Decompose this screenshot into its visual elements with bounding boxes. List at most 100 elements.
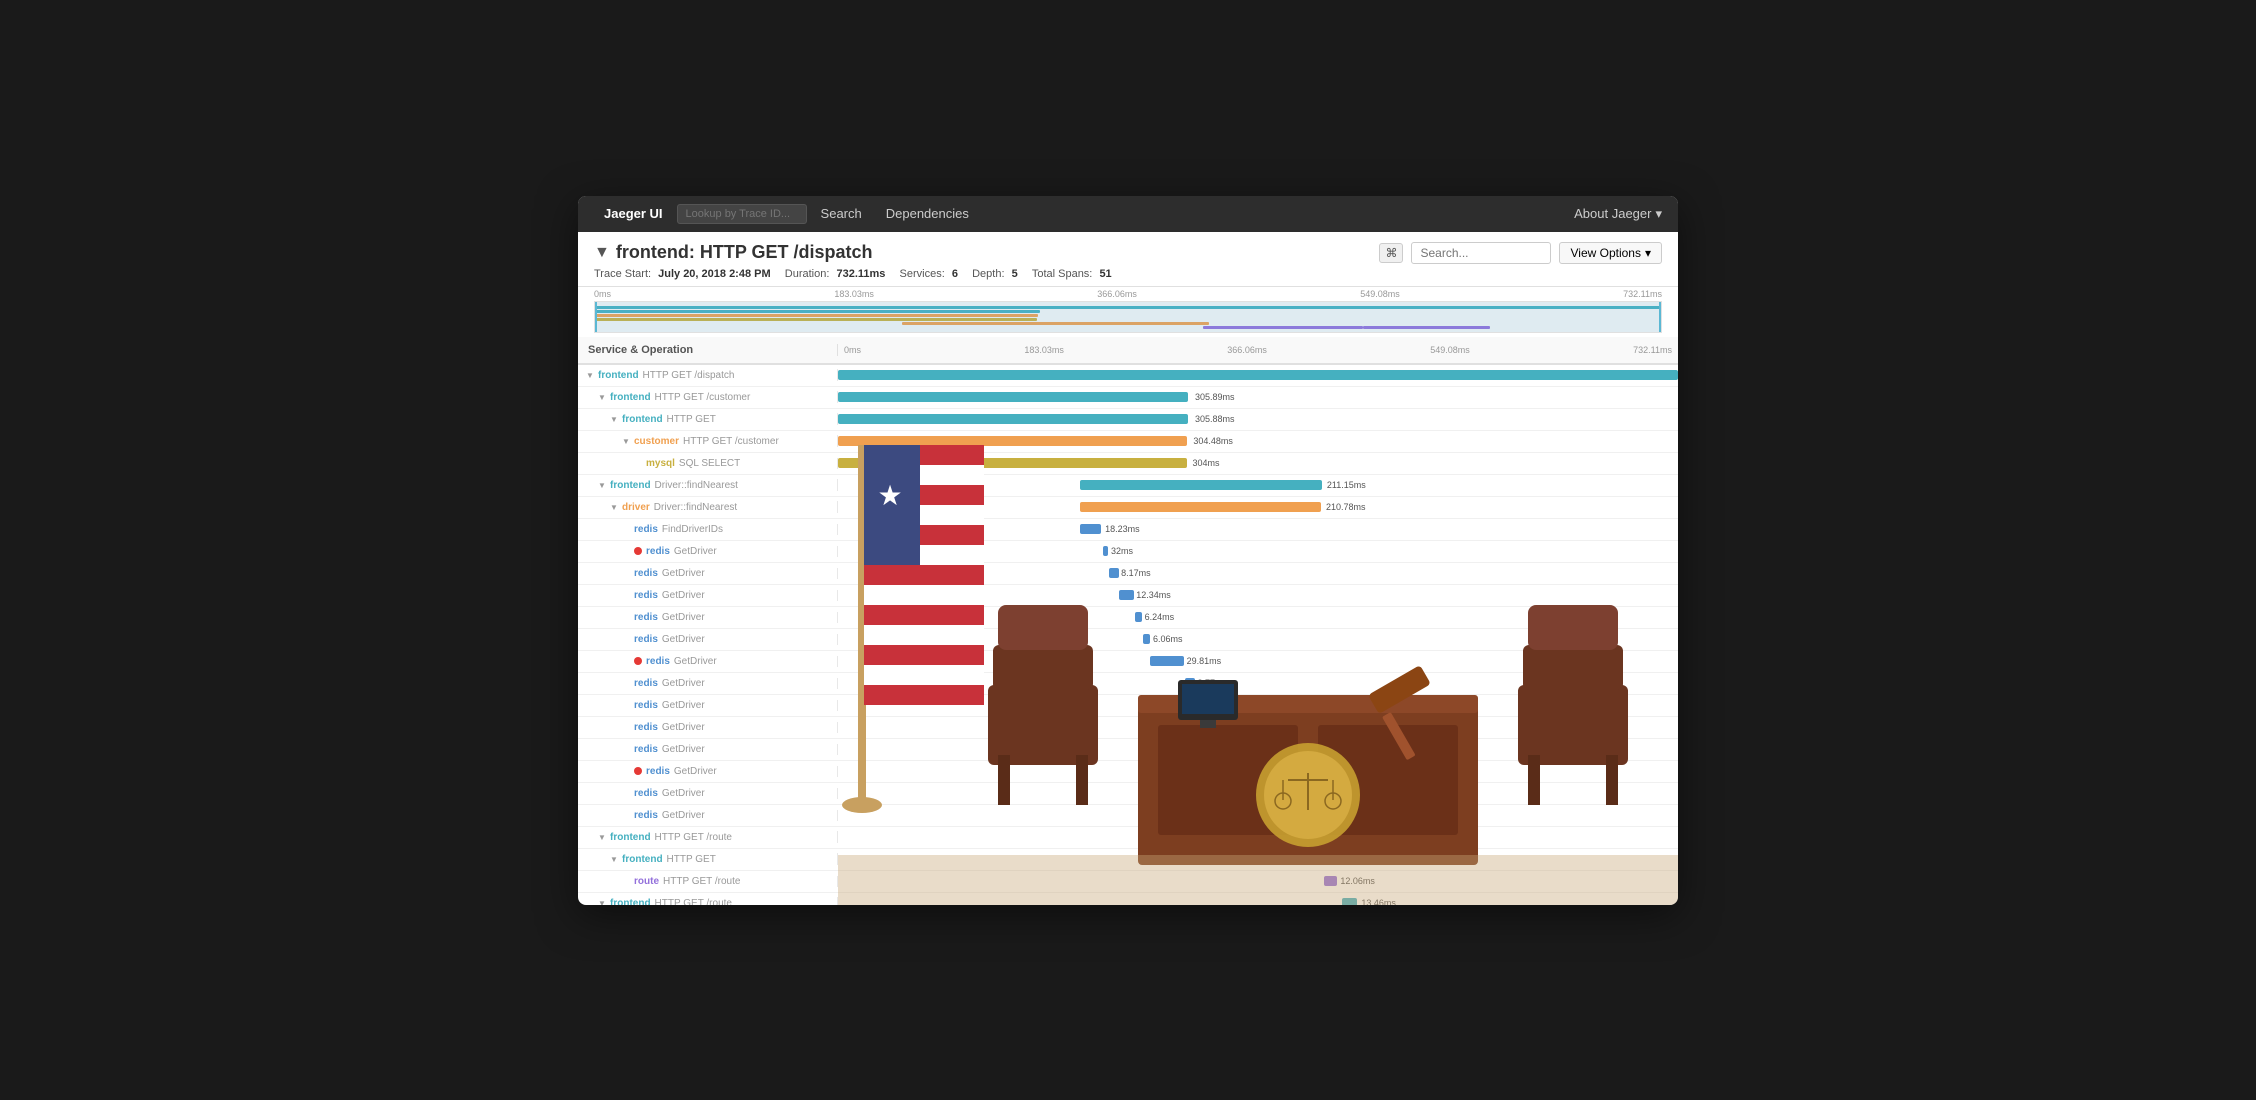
span-row[interactable]: redisGetDriver8.77ms <box>578 673 1678 695</box>
span-label-col: redisGetDriver <box>578 722 838 733</box>
overview-bar[interactable] <box>594 301 1662 333</box>
spans-label: Total Spans: <box>1032 268 1093 280</box>
span-bar-col: 211.15ms <box>838 475 1678 496</box>
span-bar <box>838 370 1678 380</box>
span-bar <box>838 392 1188 402</box>
span-row[interactable]: redisGetDriver8.12ms <box>578 695 1678 717</box>
span-bar-col: 210.78ms <box>838 497 1678 518</box>
nav-dependencies[interactable]: Dependencies <box>876 196 979 232</box>
span-bar <box>1080 524 1101 534</box>
trace-start-value: July 20, 2018 2:48 PM <box>658 268 771 280</box>
span-service-name: redis <box>634 722 658 733</box>
span-bar-col <box>838 739 1678 760</box>
span-label-col: redisGetDriver <box>578 612 838 623</box>
duration-value: 732.11ms <box>836 268 885 280</box>
spans-wrapper: ▼frontendHTTP GET /dispatch▼frontendHTTP… <box>578 365 1678 905</box>
span-row[interactable]: ▼frontendDriver::findNearest211.15ms <box>578 475 1678 497</box>
span-duration-label: 211.15ms <box>1327 480 1366 490</box>
span-row[interactable]: redisGetDriver <box>578 805 1678 827</box>
span-toggle[interactable]: ▼ <box>608 413 620 425</box>
span-service-name: redis <box>634 678 658 689</box>
trace-collapse-icon[interactable]: ▼ <box>594 244 610 262</box>
timeline-ruler: 0ms 183.03ms 366.06ms 549.08ms 732.11ms <box>594 289 1662 299</box>
span-row[interactable]: redisGetDriver <box>578 739 1678 761</box>
span-service-name: mysql <box>646 458 675 469</box>
span-toggle[interactable]: ▼ <box>596 897 608 905</box>
nav-about-label: About Jaeger <box>1574 206 1651 221</box>
service-col-header: Service & Operation <box>578 344 838 356</box>
span-op-name: HTTP GET /customer <box>655 392 751 403</box>
span-bar <box>1214 744 1222 754</box>
span-toggle[interactable]: ▼ <box>596 831 608 843</box>
span-bar-col: 12.06ms <box>838 871 1678 892</box>
span-service-name: customer <box>634 436 679 447</box>
span-row[interactable]: redisGetDriver <box>578 783 1678 805</box>
spans-container[interactable]: ▼frontendHTTP GET /dispatch▼frontendHTTP… <box>578 365 1678 905</box>
trace-search-input[interactable] <box>1411 242 1551 264</box>
span-op-name: FindDriverIDs <box>662 524 723 535</box>
span-toggle[interactable]: ▼ <box>608 501 620 513</box>
ruler-1: 183.03ms <box>834 289 874 299</box>
span-op-name: GetDriver <box>662 700 705 711</box>
span-service-name: frontend <box>610 392 651 403</box>
span-duration-label: 13.46ms <box>1361 898 1396 905</box>
span-toggle[interactable]: ▼ <box>596 391 608 403</box>
span-toggle[interactable]: ▼ <box>584 369 596 381</box>
span-row[interactable]: ▼frontendHTTP GET12.80ms <box>578 849 1678 871</box>
span-bar <box>1240 810 1248 820</box>
spans-value: 51 <box>1099 268 1111 280</box>
view-options-label: View Options <box>1570 246 1640 260</box>
span-duration-label: 6.06ms <box>1153 634 1183 644</box>
span-toggle[interactable]: ▼ <box>596 479 608 491</box>
span-row[interactable]: redisGetDriver <box>578 761 1678 783</box>
span-row[interactable]: ▼frontendHTTP GET /customer305.89ms <box>578 387 1678 409</box>
span-bar <box>1231 788 1239 798</box>
span-bar-col: 12.80ms <box>838 827 1678 848</box>
span-row[interactable]: ▼frontendHTTP GET /route13.46ms <box>578 893 1678 905</box>
span-bar <box>1103 546 1109 556</box>
span-toggle[interactable]: ▼ <box>608 853 620 865</box>
span-row[interactable]: redisGetDriver12.34ms <box>578 585 1678 607</box>
nav-about[interactable]: About Jaeger ▾ <box>1574 206 1662 222</box>
span-row[interactable]: redisGetDriver6.24ms <box>578 607 1678 629</box>
span-row[interactable]: redisGetDriver <box>578 717 1678 739</box>
span-service-name: driver <box>622 502 650 513</box>
nav-search[interactable]: Search <box>811 196 872 232</box>
span-bar <box>1324 876 1337 886</box>
span-service-name: frontend <box>610 832 651 843</box>
view-options-button[interactable]: View Options ▾ <box>1559 242 1662 264</box>
span-row[interactable]: redisGetDriver6.06ms <box>578 629 1678 651</box>
trace-id-input[interactable] <box>677 204 807 224</box>
span-row[interactable]: ▼frontendHTTP GET305.88ms <box>578 409 1678 431</box>
chevron-down-icon: ▾ <box>1655 206 1662 222</box>
span-row[interactable]: ▼customerHTTP GET /customer304.48ms <box>578 431 1678 453</box>
span-service-name: redis <box>646 546 670 557</box>
span-duration-label: 304.48ms <box>1193 436 1233 446</box>
span-label-col: redis GetDriver <box>578 568 838 579</box>
nav-brand[interactable]: Jaeger UI <box>594 206 673 221</box>
span-bar-col: 8.12ms <box>838 695 1678 716</box>
timeline-col-header: 0ms 183.03ms 366.06ms 549.08ms 732.11ms <box>838 345 1678 355</box>
trace-start-label: Trace Start: <box>594 268 651 280</box>
span-row[interactable]: redisGetDriver29.81ms <box>578 651 1678 673</box>
span-service-name: route <box>634 876 659 887</box>
span-service-name: redis <box>634 568 658 579</box>
span-row[interactable]: ▼frontendHTTP GET /dispatch <box>578 365 1678 387</box>
span-duration-label: 305.88ms <box>1195 414 1235 424</box>
span-bar <box>838 436 1187 446</box>
span-row[interactable]: routeHTTP GET /route12.06ms <box>578 871 1678 893</box>
span-service-name: redis <box>634 612 658 623</box>
span-row[interactable]: redisGetDriver8.17ms <box>578 563 1678 585</box>
span-op-name: GetDriver <box>662 568 705 579</box>
span-duration-label: 12.34ms <box>1136 590 1171 600</box>
span-toggle[interactable]: ▼ <box>620 435 632 447</box>
span-op-name: HTTP GET /dispatch <box>643 370 735 381</box>
ruler-4: 732.11ms <box>1623 289 1662 299</box>
span-row[interactable]: ▼frontendHTTP GET /route12.80ms <box>578 827 1678 849</box>
span-label-col: redisGetDriver <box>578 546 838 557</box>
span-row[interactable]: redisGetDriver32ms <box>578 541 1678 563</box>
span-row[interactable]: ▼driverDriver::findNearest210.78ms <box>578 497 1678 519</box>
span-row[interactable]: redisFindDriverIDs18.23ms <box>578 519 1678 541</box>
time-label-4: 732.11ms <box>1633 345 1672 355</box>
span-row[interactable]: mysqlSQL SELECT304ms <box>578 453 1678 475</box>
